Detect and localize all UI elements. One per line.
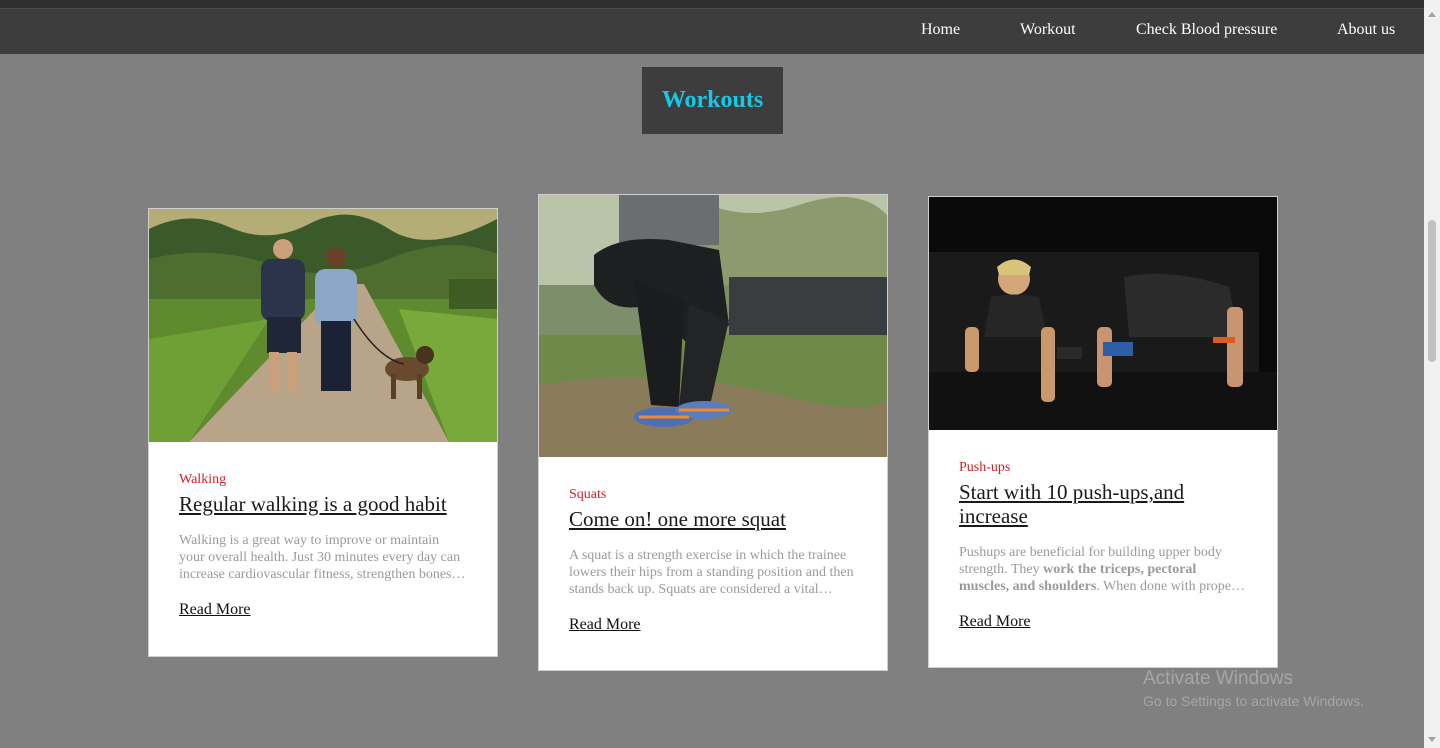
card-category: Push-ups xyxy=(959,460,1011,475)
scrollbar-thumb[interactable] xyxy=(1428,220,1436,362)
activate-windows-watermark: Activate Windows Go to Settings to activ… xyxy=(1143,668,1364,709)
scroll-down-arrow-icon[interactable] xyxy=(1428,737,1436,742)
navbar: Home Workout Check Blood pressure About … xyxy=(0,8,1424,54)
vertical-scrollbar[interactable] xyxy=(1424,0,1440,748)
card-excerpt: A squat is a strength exercise in which … xyxy=(569,548,854,597)
walking-photo xyxy=(149,209,497,442)
squat-photo-illustration xyxy=(539,195,887,457)
page-title-box: Workouts xyxy=(642,67,783,134)
squat-photo xyxy=(539,195,887,457)
read-more-link[interactable]: Read More xyxy=(569,616,641,634)
card-excerpt: Walking is a great way to improve or mai… xyxy=(179,533,461,582)
read-more-link[interactable]: Read More xyxy=(179,601,251,619)
card-title[interactable]: Start with 10 push-ups,and increase xyxy=(959,480,1247,528)
nav-link-workout[interactable]: Workout xyxy=(1020,21,1076,39)
workout-card-pushups: Push-ups Start with 10 push-ups,and incr… xyxy=(928,196,1278,668)
card-category: Walking xyxy=(179,472,227,487)
read-more-link[interactable]: Read More xyxy=(959,613,1031,631)
scroll-up-arrow-icon[interactable] xyxy=(1428,12,1436,17)
walking-photo-illustration xyxy=(149,209,497,442)
workout-card-squats: Squats Come on! one more squat A squat i… xyxy=(538,194,888,671)
nav-link-about-us[interactable]: About us xyxy=(1337,21,1395,39)
nav-link-home[interactable]: Home xyxy=(921,21,960,39)
window-top-strip xyxy=(0,0,1424,8)
card-title[interactable]: Come on! one more squat xyxy=(569,507,857,531)
page-title: Workouts xyxy=(661,87,764,113)
nav-link-check-blood-pressure[interactable]: Check Blood pressure xyxy=(1136,21,1277,39)
pushups-photo-illustration xyxy=(929,197,1277,430)
card-category: Squats xyxy=(569,487,607,502)
watermark-title: Activate Windows xyxy=(1143,668,1293,689)
card-excerpt: Pushups are beneficial for building uppe… xyxy=(959,544,1247,595)
workout-card-walking: Walking Regular walking is a good habit … xyxy=(148,208,498,657)
pushups-photo xyxy=(929,197,1277,430)
card-title[interactable]: Regular walking is a good habit xyxy=(179,492,467,516)
watermark-subtitle: Go to Settings to activate Windows. xyxy=(1143,693,1364,709)
